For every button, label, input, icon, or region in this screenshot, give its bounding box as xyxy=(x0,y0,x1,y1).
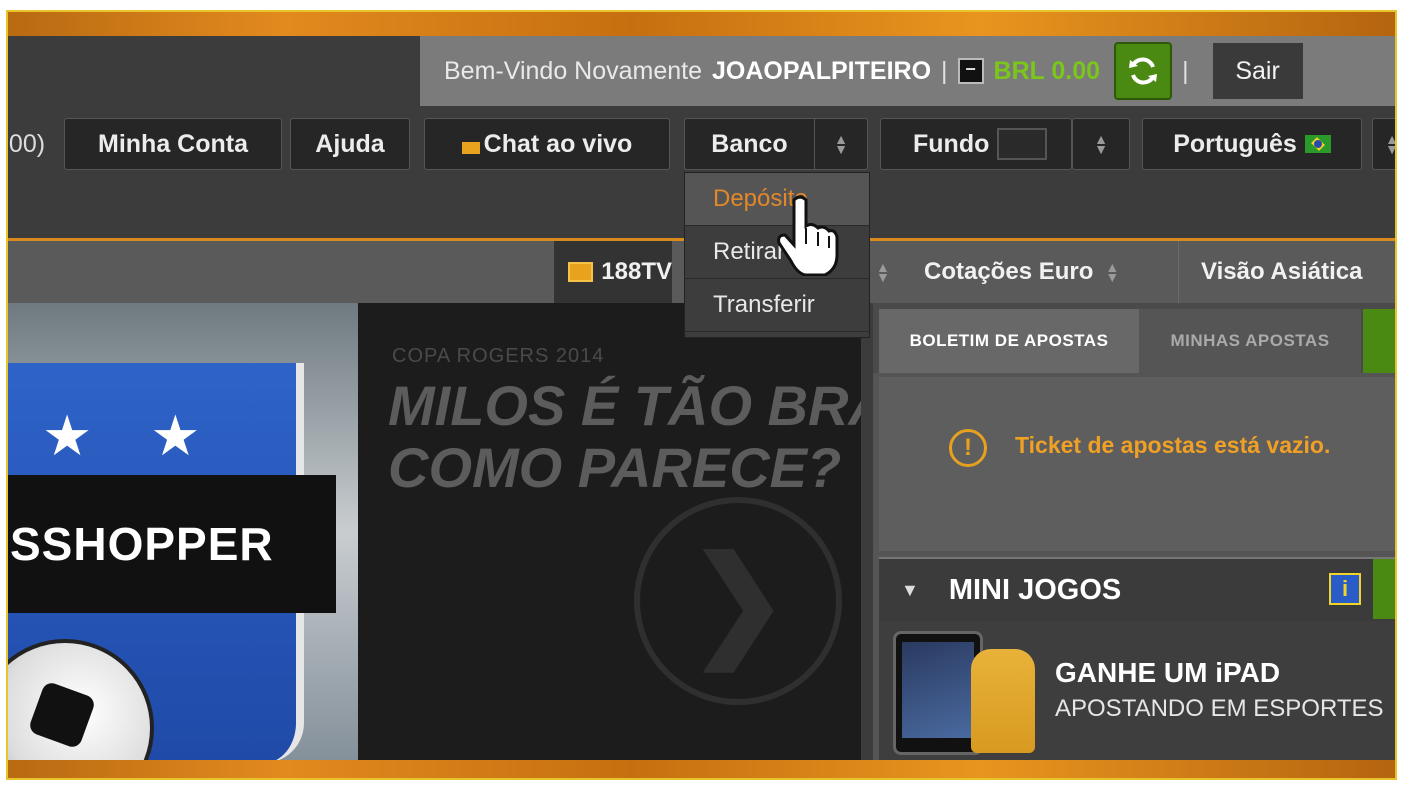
spinner-icon: ▲ ▼ xyxy=(1094,131,1108,157)
ipad-image xyxy=(893,631,983,755)
odds-format-label: Cotações Euro xyxy=(924,258,1094,285)
refresh-mini-games-button[interactable] xyxy=(1373,559,1397,619)
empty-slip-message: Ticket de apostas está vazio. xyxy=(1015,432,1331,458)
background-swatch xyxy=(997,128,1048,160)
welcome-bar: Bem-Vindo Novamente JOAOPALPITEIRO | − B… xyxy=(420,36,1397,106)
promo-title: GANHE UM iPAD xyxy=(1055,657,1281,688)
bet-slip-panel: BOLETIM DE APOSTAS MINHAS APOSTAS ! Tick… xyxy=(873,303,1397,760)
bank-button[interactable]: Banco xyxy=(684,118,814,170)
view-selector[interactable]: Visão Asiática xyxy=(1178,241,1362,303)
main-nav: 00) Minha Conta Ajuda Chat ao vivo Banco… xyxy=(6,118,1397,174)
banner-title: SSHOPPER xyxy=(10,518,274,570)
greeting-text: Bem-Vindo Novamente xyxy=(444,56,703,85)
chat-icon xyxy=(461,142,480,154)
tv-label: 188TV xyxy=(601,258,672,285)
spinner-icon: ▲ ▼ xyxy=(834,131,848,157)
hide-balance-button[interactable]: − xyxy=(957,58,984,84)
odds-spinner-left[interactable]: ▲ ▼ xyxy=(876,241,890,303)
promo-banner-main[interactable]: COPA ROGERS 2014 MILOS É TÃO BRA COMO PA… xyxy=(358,303,861,760)
headline-line-2: COMO PARECE? xyxy=(388,436,842,499)
video-frame: Bem-Vindo Novamente JOAOPALPITEIRO | − B… xyxy=(6,10,1397,780)
separator: | xyxy=(941,56,948,85)
refresh-balance-button[interactable] xyxy=(1114,42,1173,100)
view-label: Visão Asiática xyxy=(1201,258,1363,285)
tv-button[interactable]: 188TV xyxy=(554,241,672,303)
next-slide-button[interactable]: ❯ xyxy=(634,497,842,705)
partial-nav-item: 00) xyxy=(8,129,46,158)
spinner-icon: ▲ ▼ xyxy=(1385,131,1397,157)
collapse-icon[interactable]: ▼ xyxy=(901,580,919,601)
refresh-bets-button[interactable] xyxy=(1363,309,1397,373)
tab-my-bets[interactable]: MINHAS APOSTAS xyxy=(1139,309,1361,373)
site-viewport: Bem-Vindo Novamente JOAOPALPITEIRO | − B… xyxy=(6,36,1397,760)
warning-icon: ! xyxy=(949,429,987,467)
mini-games-title: MINI JOGOS xyxy=(948,573,1122,606)
my-account-button[interactable]: Minha Conta xyxy=(64,118,282,170)
ipad-promo[interactable]: GANHE UM iPAD APOSTANDO EM ESPORTES xyxy=(879,621,1397,760)
bank-spinner[interactable]: ▲ ▼ xyxy=(814,118,868,170)
banner-kicker: COPA ROGERS 2014 xyxy=(392,345,605,367)
tab-bet-slip[interactable]: BOLETIM DE APOSTAS xyxy=(879,309,1139,373)
live-chat-button[interactable]: Chat ao vivo xyxy=(424,118,670,170)
background-label: Fundo xyxy=(913,129,990,158)
odds-format-selector[interactable]: Cotações Euro ▲ ▼ xyxy=(924,241,1119,303)
player-image xyxy=(971,649,1035,753)
background-button[interactable]: Fundo xyxy=(880,118,1072,170)
language-spinner[interactable]: ▲ ▼ xyxy=(1372,118,1397,170)
live-chat-label: Chat ao vivo xyxy=(483,129,633,158)
mini-games-header[interactable]: ▼ MINI JOGOS i xyxy=(879,557,1397,621)
banner-headline: MILOS É TÃO BRA COMO PARECE? xyxy=(388,375,861,499)
spinner-icon: ▲ ▼ xyxy=(1105,259,1120,285)
username: JOAOPALPITEIRO xyxy=(712,56,932,85)
bet-slip-empty-state: ! Ticket de apostas está vazio. xyxy=(879,377,1397,551)
balance-value: BRL 0.00 xyxy=(993,56,1101,85)
background-spinner[interactable]: ▲ ▼ xyxy=(1072,118,1130,170)
refresh-icon xyxy=(1129,57,1158,85)
spinner-icon: ▲ ▼ xyxy=(876,259,890,285)
banner-title-bar: SSHOPPER xyxy=(6,475,336,613)
logout-button[interactable]: Sair xyxy=(1212,43,1303,99)
language-label: Português xyxy=(1173,129,1297,158)
headline-line-1: MILOS É TÃO BRA xyxy=(388,374,861,437)
promo-subtitle: APOSTANDO EM ESPORTES xyxy=(1055,695,1384,722)
info-icon[interactable]: i xyxy=(1329,573,1361,605)
help-button[interactable]: Ajuda xyxy=(290,118,410,170)
menu-item-transfer[interactable]: Transferir xyxy=(685,279,869,332)
flag-brazil-icon xyxy=(1304,135,1331,153)
tv-icon xyxy=(568,262,594,282)
hand-cursor-icon xyxy=(777,195,839,276)
language-button[interactable]: Português xyxy=(1142,118,1362,170)
stars-icon: ★★ xyxy=(42,404,259,467)
bet-slip-tabs: BOLETIM DE APOSTAS MINHAS APOSTAS xyxy=(873,303,1397,373)
chevron-right-icon: ❯ xyxy=(687,533,789,668)
separator-2: | xyxy=(1182,56,1189,85)
promo-banner-left[interactable]: ★★ SSHOPPER xyxy=(6,303,358,760)
